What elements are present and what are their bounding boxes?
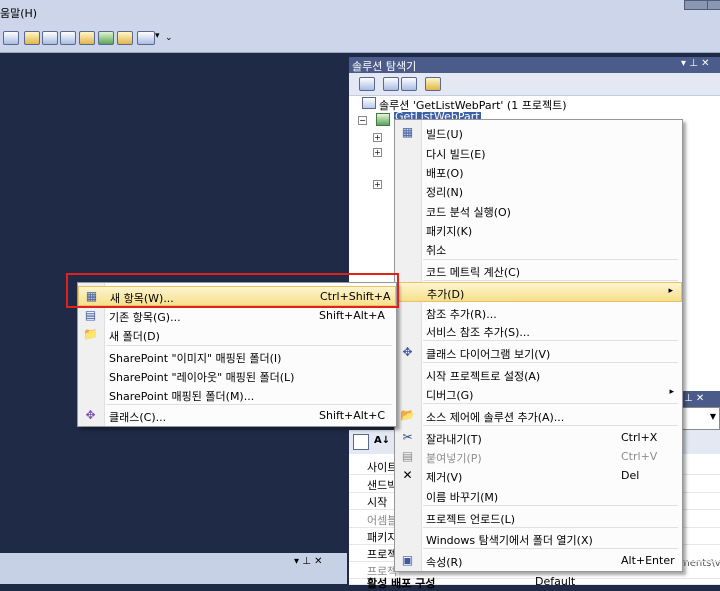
- run-code-analysis-menu-item[interactable]: 코드 분석 실행(O): [395, 201, 682, 220]
- add-menu-item[interactable]: 추가(D) ▸: [395, 282, 682, 302]
- sharepoint-mapped-folder-menu-item[interactable]: SharePoint 매핑된 폴더(M)...: [78, 385, 396, 404]
- bottom-pane-controls[interactable]: ▾ ⊥ ✕: [294, 556, 322, 567]
- existing-item-icon: ▤: [84, 308, 97, 322]
- tree-expand-icon[interactable]: +: [373, 180, 382, 189]
- toolbar-overflow-icon[interactable]: ⌄: [165, 33, 173, 43]
- class-menu-item[interactable]: ✥ 클래스(C)... Shift+Alt+C: [78, 406, 396, 425]
- alphabetical-sort-icon[interactable]: A↓: [374, 435, 390, 446]
- source-control-icon: 📂: [400, 408, 415, 422]
- chevron-down-icon: ▼: [709, 412, 716, 421]
- server-explorer-icon[interactable]: [117, 31, 133, 45]
- add-to-source-control-menu-item[interactable]: 📂 소스 제어에 솔루션 추가(A)...: [395, 406, 682, 425]
- folder-icon: 📁: [83, 327, 98, 341]
- view-class-diagram-icon[interactable]: [425, 77, 441, 91]
- refresh-icon[interactable]: [401, 77, 417, 91]
- class-diagram-icon: ✥: [402, 345, 413, 359]
- add-service-reference-menu-item[interactable]: 서비스 참조 추가(S)...: [395, 321, 682, 340]
- solution-explorer-toolbar: [349, 73, 720, 96]
- add-reference-menu-item[interactable]: 참조 추가(R)...: [395, 303, 682, 322]
- code-metrics-menu-item[interactable]: 코드 메트릭 계산(C): [395, 261, 682, 280]
- window-restore-button[interactable]: [684, 0, 708, 10]
- sharepoint-layouts-folder-menu-item[interactable]: SharePoint "레이아웃" 매핑된 폴더(L): [78, 366, 396, 385]
- solution-explorer-icon[interactable]: [3, 31, 19, 45]
- bottom-pane-title: ▾ ⊥ ✕: [0, 553, 347, 584]
- solution-explorer-title: 솔루션 탐색기 ▾ ⊥ ✕: [349, 57, 720, 73]
- start-page-icon[interactable]: [98, 31, 114, 45]
- view-class-diagram-menu-item[interactable]: ✥ 클래스 다이어그램 보기(V): [395, 343, 682, 362]
- layout-dropdown-icon[interactable]: ▾: [155, 31, 160, 41]
- set-startup-project-menu-item[interactable]: 시작 프로젝트로 설정(A): [395, 365, 682, 384]
- window-layout-icon[interactable]: [137, 31, 155, 45]
- toolbox-icon[interactable]: [60, 31, 76, 45]
- tree-expand-icon[interactable]: +: [373, 148, 382, 157]
- debug-menu-item[interactable]: 디버그(G) ▸: [395, 384, 682, 403]
- standard-toolbar: ▾ ⌄: [0, 24, 720, 53]
- rename-menu-item[interactable]: 이름 바꾸기(M): [395, 486, 682, 505]
- build-menu-item[interactable]: ▦ 빌드(U): [395, 123, 682, 142]
- remove-menu-item[interactable]: ✕ 제거(V) Del: [395, 466, 682, 485]
- solution-explorer-controls[interactable]: ▾ ⊥ ✕: [681, 58, 709, 69]
- tools-icon[interactable]: [79, 31, 95, 45]
- window-close-button[interactable]: [707, 0, 720, 10]
- solution-icon: [362, 97, 376, 109]
- deploy-menu-item[interactable]: 배포(O): [395, 162, 682, 181]
- scissors-icon: ✂: [402, 430, 413, 444]
- rebuild-menu-item[interactable]: 다시 빌드(E): [395, 143, 682, 162]
- properties-icon[interactable]: [359, 77, 375, 91]
- class-icon: ✥: [85, 408, 96, 422]
- build-icon: ▦: [401, 125, 414, 139]
- properties-window-icon[interactable]: [24, 31, 40, 45]
- cut-menu-item[interactable]: ✂ 잘라내기(T) Ctrl+X: [395, 428, 682, 447]
- properties-controls[interactable]: ⊥ ✕: [684, 393, 704, 404]
- categorized-icon[interactable]: [353, 434, 369, 450]
- properties-title: ⊥ ✕: [682, 391, 720, 407]
- cancel-menu-item[interactable]: 취소: [395, 239, 682, 258]
- properties-object-selector[interactable]: ▼: [682, 407, 720, 430]
- highlight-box: [66, 273, 399, 308]
- sharepoint-images-folder-menu-item[interactable]: SharePoint "이미지" 매핑된 폴더(I): [78, 347, 396, 366]
- project-context-menu: ▦ 빌드(U) 다시 빌드(E) 배포(O) 정리(N) 코드 분석 실행(O) …: [394, 119, 683, 572]
- new-folder-menu-item[interactable]: 📁 새 폴더(D): [78, 325, 396, 344]
- package-menu-item[interactable]: 패키지(K): [395, 220, 682, 239]
- unload-project-menu-item[interactable]: 프로젝트 언로드(L): [395, 508, 682, 527]
- open-folder-in-explorer-menu-item[interactable]: Windows 탐색기에서 폴더 열기(X): [395, 529, 682, 548]
- object-browser-icon[interactable]: [42, 31, 58, 45]
- properties-menu-item[interactable]: ▣ 속성(R) Alt+Enter: [395, 551, 682, 570]
- existing-item-menu-item[interactable]: ▤ 기존 항목(G)... Shift+Alt+A: [78, 306, 396, 325]
- remove-icon: ✕: [402, 468, 413, 482]
- submenu-arrow-icon: ▸: [669, 387, 674, 397]
- properties-icon: ▣: [401, 553, 414, 567]
- show-all-files-icon[interactable]: [383, 77, 399, 91]
- solution-node[interactable]: 솔루션 'GetListWebPart' (1 프로젝트): [379, 97, 567, 113]
- clean-menu-item[interactable]: 정리(N): [395, 181, 682, 200]
- paste-icon: ▤: [401, 449, 414, 463]
- help-menu[interactable]: 움말(H): [0, 5, 37, 21]
- project-icon: [376, 113, 390, 126]
- menubar: 움말(H): [0, 0, 720, 24]
- project-collapse-icon[interactable]: −: [358, 116, 367, 125]
- tree-expand-icon[interactable]: +: [373, 133, 382, 142]
- submenu-arrow-icon: ▸: [668, 286, 673, 296]
- paste-menu-item[interactable]: ▤ 붙여넣기(P) Ctrl+V: [395, 447, 682, 466]
